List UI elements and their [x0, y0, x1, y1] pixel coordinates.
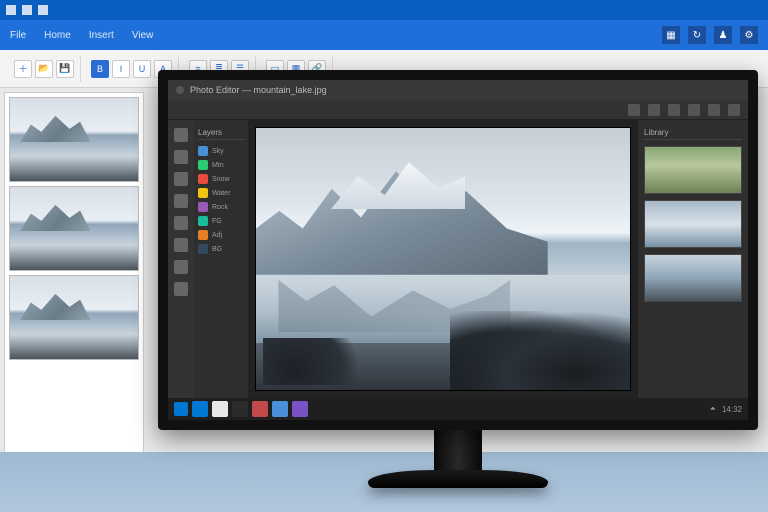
layer-label: Rock [212, 204, 228, 211]
rocks-layer [450, 311, 630, 390]
taskbar-app-icon[interactable] [212, 401, 228, 417]
layer-swatch-icon [198, 146, 208, 156]
editor-title: Photo Editor — mountain_lake.jpg [190, 85, 327, 95]
layer-label: BG [212, 246, 222, 253]
taskbar-app-icon[interactable] [272, 401, 288, 417]
layer-row[interactable]: Rock [198, 200, 244, 214]
editor-titlebar: Photo Editor — mountain_lake.jpg [168, 80, 748, 100]
layer-row[interactable]: Sky [198, 144, 244, 158]
layer-row[interactable]: Adj [198, 228, 244, 242]
ribbon-bar: File Home Insert View ▦ ↻ ♟ ⚙ [0, 20, 768, 50]
brush-icon[interactable] [174, 194, 188, 208]
physical-monitor: Photo Editor — mountain_lake.jpg L [158, 70, 758, 500]
canvas-viewport[interactable] [248, 120, 638, 398]
eyedropper-icon[interactable] [174, 260, 188, 274]
ribbon-tab-home[interactable]: Home [44, 30, 71, 41]
canvas-image[interactable] [256, 128, 630, 390]
bold-button[interactable]: B [91, 60, 109, 78]
zoom-icon[interactable] [174, 282, 188, 296]
settings-icon[interactable]: ⚙ [740, 26, 758, 44]
taskbar-app-icon[interactable] [252, 401, 268, 417]
taskbar-app-icon[interactable] [192, 401, 208, 417]
layer-row[interactable]: Mtn [198, 158, 244, 172]
editor-toolbar [168, 100, 748, 120]
os-taskbar: ⏶ 14:32 [168, 398, 748, 420]
monitor-stand-neck [434, 430, 482, 470]
underline-button[interactable]: U [133, 60, 151, 78]
layer-swatch-icon [198, 188, 208, 198]
snow-layer [331, 162, 466, 209]
save-icon[interactable] [668, 104, 680, 116]
ribbon-tab-insert[interactable]: Insert [89, 30, 114, 41]
save-button[interactable]: 💾 [56, 60, 74, 78]
layer-label: Water [212, 190, 230, 197]
eraser-icon[interactable] [174, 216, 188, 230]
app-icon [6, 5, 16, 15]
window-control-icon[interactable] [176, 86, 184, 94]
export-icon[interactable] [688, 104, 700, 116]
library-panel: Library [638, 120, 748, 398]
italic-button[interactable]: I [112, 60, 130, 78]
monitor-screen: Photo Editor — mountain_lake.jpg L [158, 70, 758, 430]
layer-label: Adj [212, 232, 222, 239]
clock[interactable]: 14:32 [722, 405, 742, 414]
qat-save-icon[interactable] [22, 5, 32, 15]
crop-icon[interactable] [174, 172, 188, 186]
library-thumb-3[interactable] [644, 254, 742, 302]
layer-swatch-icon [198, 230, 208, 240]
thumbnail-panel [4, 92, 144, 460]
move-icon[interactable] [174, 128, 188, 142]
layers-panel: Layers Sky Mtn Snow Water Rock FG Adj BG [194, 120, 248, 398]
system-tray[interactable]: ⏶ 14:32 [710, 404, 742, 414]
taskbar-app-icon[interactable] [292, 401, 308, 417]
layer-row[interactable]: Snow [198, 172, 244, 186]
text-icon[interactable] [174, 238, 188, 252]
host-titlebar [0, 0, 768, 20]
ribbon-tab-file[interactable]: File [10, 30, 26, 41]
editor-body: Layers Sky Mtn Snow Water Rock FG Adj BG Librar… [168, 120, 748, 398]
foreground-rocks-layer [263, 338, 368, 385]
ribbon-tab-view[interactable]: View [132, 30, 154, 41]
library-thumb-1[interactable] [644, 146, 742, 194]
layer-swatch-icon [198, 174, 208, 184]
layer-label: Mtn [212, 162, 224, 169]
layer-swatch-icon [198, 216, 208, 226]
settings-icon[interactable] [728, 104, 740, 116]
thumbnail-1[interactable] [9, 97, 139, 182]
tool-sidebar [168, 120, 194, 398]
select-icon[interactable] [174, 150, 188, 164]
layer-row[interactable]: BG [198, 242, 244, 256]
layer-swatch-icon [198, 202, 208, 212]
new-button[interactable]: ＋ [14, 60, 32, 78]
taskbar-app-icon[interactable] [232, 401, 248, 417]
layer-row[interactable]: Water [198, 186, 244, 200]
undo-icon[interactable] [628, 104, 640, 116]
layer-label: FG [212, 218, 222, 225]
sync-icon[interactable]: ↻ [688, 26, 706, 44]
thumbnail-3[interactable] [9, 275, 139, 360]
layer-row[interactable]: FG [198, 214, 244, 228]
layer-label: Sky [212, 148, 224, 155]
qat-undo-icon[interactable] [38, 5, 48, 15]
open-button[interactable]: 📂 [35, 60, 53, 78]
library-thumb-2[interactable] [644, 200, 742, 248]
cloud-icon[interactable] [708, 104, 720, 116]
user-icon[interactable]: ♟ [714, 26, 732, 44]
grid-icon[interactable]: ▦ [662, 26, 680, 44]
redo-icon[interactable] [648, 104, 660, 116]
layer-swatch-icon [198, 244, 208, 254]
tray-wifi-icon[interactable]: ⏶ [710, 404, 716, 414]
layer-swatch-icon [198, 160, 208, 170]
start-button[interactable] [174, 402, 188, 416]
layer-label: Snow [212, 176, 230, 183]
library-title: Library [644, 126, 742, 140]
thumbnail-2[interactable] [9, 186, 139, 271]
monitor-stand-base [368, 470, 548, 488]
layers-title: Layers [198, 126, 244, 140]
